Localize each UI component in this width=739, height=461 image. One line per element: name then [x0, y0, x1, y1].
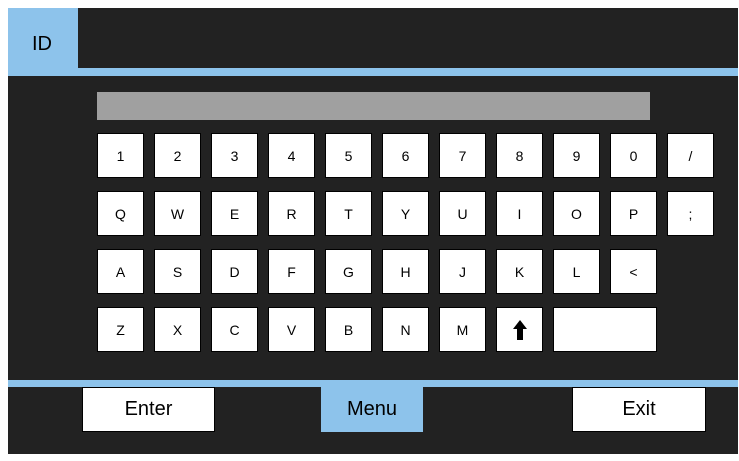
key-one-10[interactable]: / [667, 133, 714, 178]
key-four-3[interactable]: V [268, 307, 315, 352]
key-two-6[interactable]: U [439, 191, 486, 236]
id-input-field[interactable] [97, 92, 650, 120]
key-three-2[interactable]: D [211, 249, 258, 294]
key-two-5[interactable]: Y [382, 191, 429, 236]
up-arrow-icon [512, 319, 527, 340]
key-two-9[interactable]: P [610, 191, 657, 236]
title-tab: ID [8, 8, 78, 70]
key-four-5[interactable]: N [382, 307, 429, 352]
header-divider [78, 68, 738, 76]
key-four-1[interactable]: X [154, 307, 201, 352]
key-two-0[interactable]: Q [97, 191, 144, 236]
key-four-2[interactable]: C [211, 307, 258, 352]
key-one-7[interactable]: 8 [496, 133, 543, 178]
menu-button[interactable]: Menu [321, 387, 423, 432]
enter-button-label: Enter [124, 398, 173, 420]
exit-button-label: Exit [622, 398, 656, 420]
key-four-0[interactable]: Z [97, 307, 144, 352]
key-four-6[interactable]: M [439, 307, 486, 352]
key-two-2[interactable]: E [211, 191, 258, 236]
key-one-9[interactable]: 0 [610, 133, 657, 178]
space-key[interactable] [553, 307, 657, 352]
key-three-5[interactable]: H [382, 249, 429, 294]
key-two-1[interactable]: W [154, 191, 201, 236]
key-three-6[interactable]: J [439, 249, 486, 294]
id-screen: ID 1 2 3 4 5 6 7 8 9 0/ Q W E R T Y U I O P; A S D F G H J K L < Z X C V B… [8, 8, 738, 454]
key-three-3[interactable]: F [268, 249, 315, 294]
enter-button[interactable]: Enter [82, 387, 215, 432]
key-one-2[interactable]: 3 [211, 133, 258, 178]
key-one-0[interactable]: 1 [97, 133, 144, 178]
exit-button[interactable]: Exit [572, 387, 706, 432]
key-four-4[interactable]: B [325, 307, 372, 352]
shift-key[interactable] [496, 307, 543, 352]
key-one-6[interactable]: 7 [439, 133, 486, 178]
key-three-1[interactable]: S [154, 249, 201, 294]
key-two-7[interactable]: I [496, 191, 543, 236]
menu-button-label: Menu [346, 398, 398, 420]
key-three-8[interactable]: L [553, 249, 600, 294]
key-one-5[interactable]: 6 [382, 133, 429, 178]
screen-title: ID [32, 33, 52, 55]
key-one-4[interactable]: 5 [325, 133, 372, 178]
key-one-3[interactable]: 4 [268, 133, 315, 178]
key-two-10[interactable]: ; [667, 191, 714, 236]
key-three-4[interactable]: G [325, 249, 372, 294]
key-three-0[interactable]: A [97, 249, 144, 294]
key-two-3[interactable]: R [268, 191, 315, 236]
header-divider-left [8, 68, 78, 76]
key-three-9[interactable]: < [610, 249, 657, 294]
key-two-4[interactable]: T [325, 191, 372, 236]
key-two-8[interactable]: O [553, 191, 600, 236]
key-one-1[interactable]: 2 [154, 133, 201, 178]
key-one-8[interactable]: 9 [553, 133, 600, 178]
key-three-7[interactable]: K [496, 249, 543, 294]
footer-divider [8, 380, 738, 387]
